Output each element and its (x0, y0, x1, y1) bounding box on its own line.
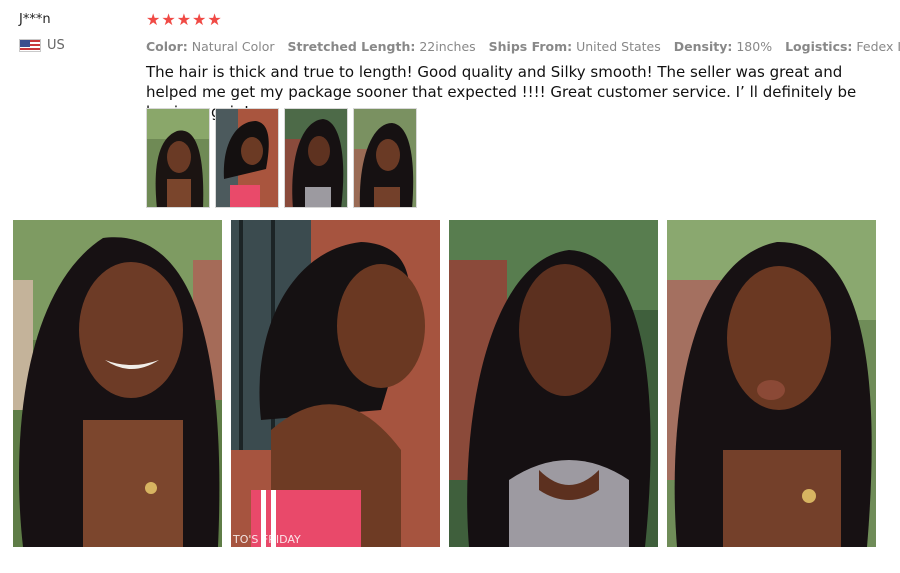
review-photo[interactable] (449, 220, 658, 547)
review-thumbnail[interactable] (353, 108, 417, 208)
attr-color: Color: Natural Color (146, 39, 275, 54)
review-thumbnail[interactable] (215, 108, 279, 208)
attr-ships-from: Ships From: United States (488, 39, 661, 54)
country-code: US (47, 38, 65, 53)
review-thumbnail[interactable] (146, 108, 210, 208)
review-thumbnail[interactable] (284, 108, 348, 208)
star-icon: ★ (176, 10, 192, 29)
attr-logistics: Logistics: Fedex IP (785, 39, 900, 54)
reviewer-info: J***n US (19, 12, 129, 53)
review-body: ★ ★ ★ ★ ★ Color: Natural Color Stretched… (146, 11, 900, 122)
star-icon: ★ (192, 10, 207, 29)
star-icon: ★ (146, 10, 161, 29)
shirt-text: TO'S FRIDAY (232, 533, 301, 546)
star-rating: ★ ★ ★ ★ ★ (146, 11, 886, 29)
review-photos: TO'S FRIDAY (13, 220, 876, 547)
attr-stretched-length: Stretched Length: 22inches (287, 39, 476, 54)
us-flag-icon (19, 39, 41, 52)
reviewer-country: US (19, 38, 129, 53)
product-attributes: Color: Natural Color Stretched Length: 2… (146, 39, 900, 54)
star-icon: ★ (161, 10, 176, 29)
review-photo[interactable] (13, 220, 222, 547)
star-icon: ★ (207, 10, 222, 29)
review-photo[interactable]: TO'S FRIDAY (231, 220, 440, 547)
review-photo[interactable] (667, 220, 876, 547)
reviewer-name: J***n (19, 12, 51, 27)
review-thumbnails (146, 108, 417, 208)
attr-density: Density: 180% (673, 39, 773, 54)
